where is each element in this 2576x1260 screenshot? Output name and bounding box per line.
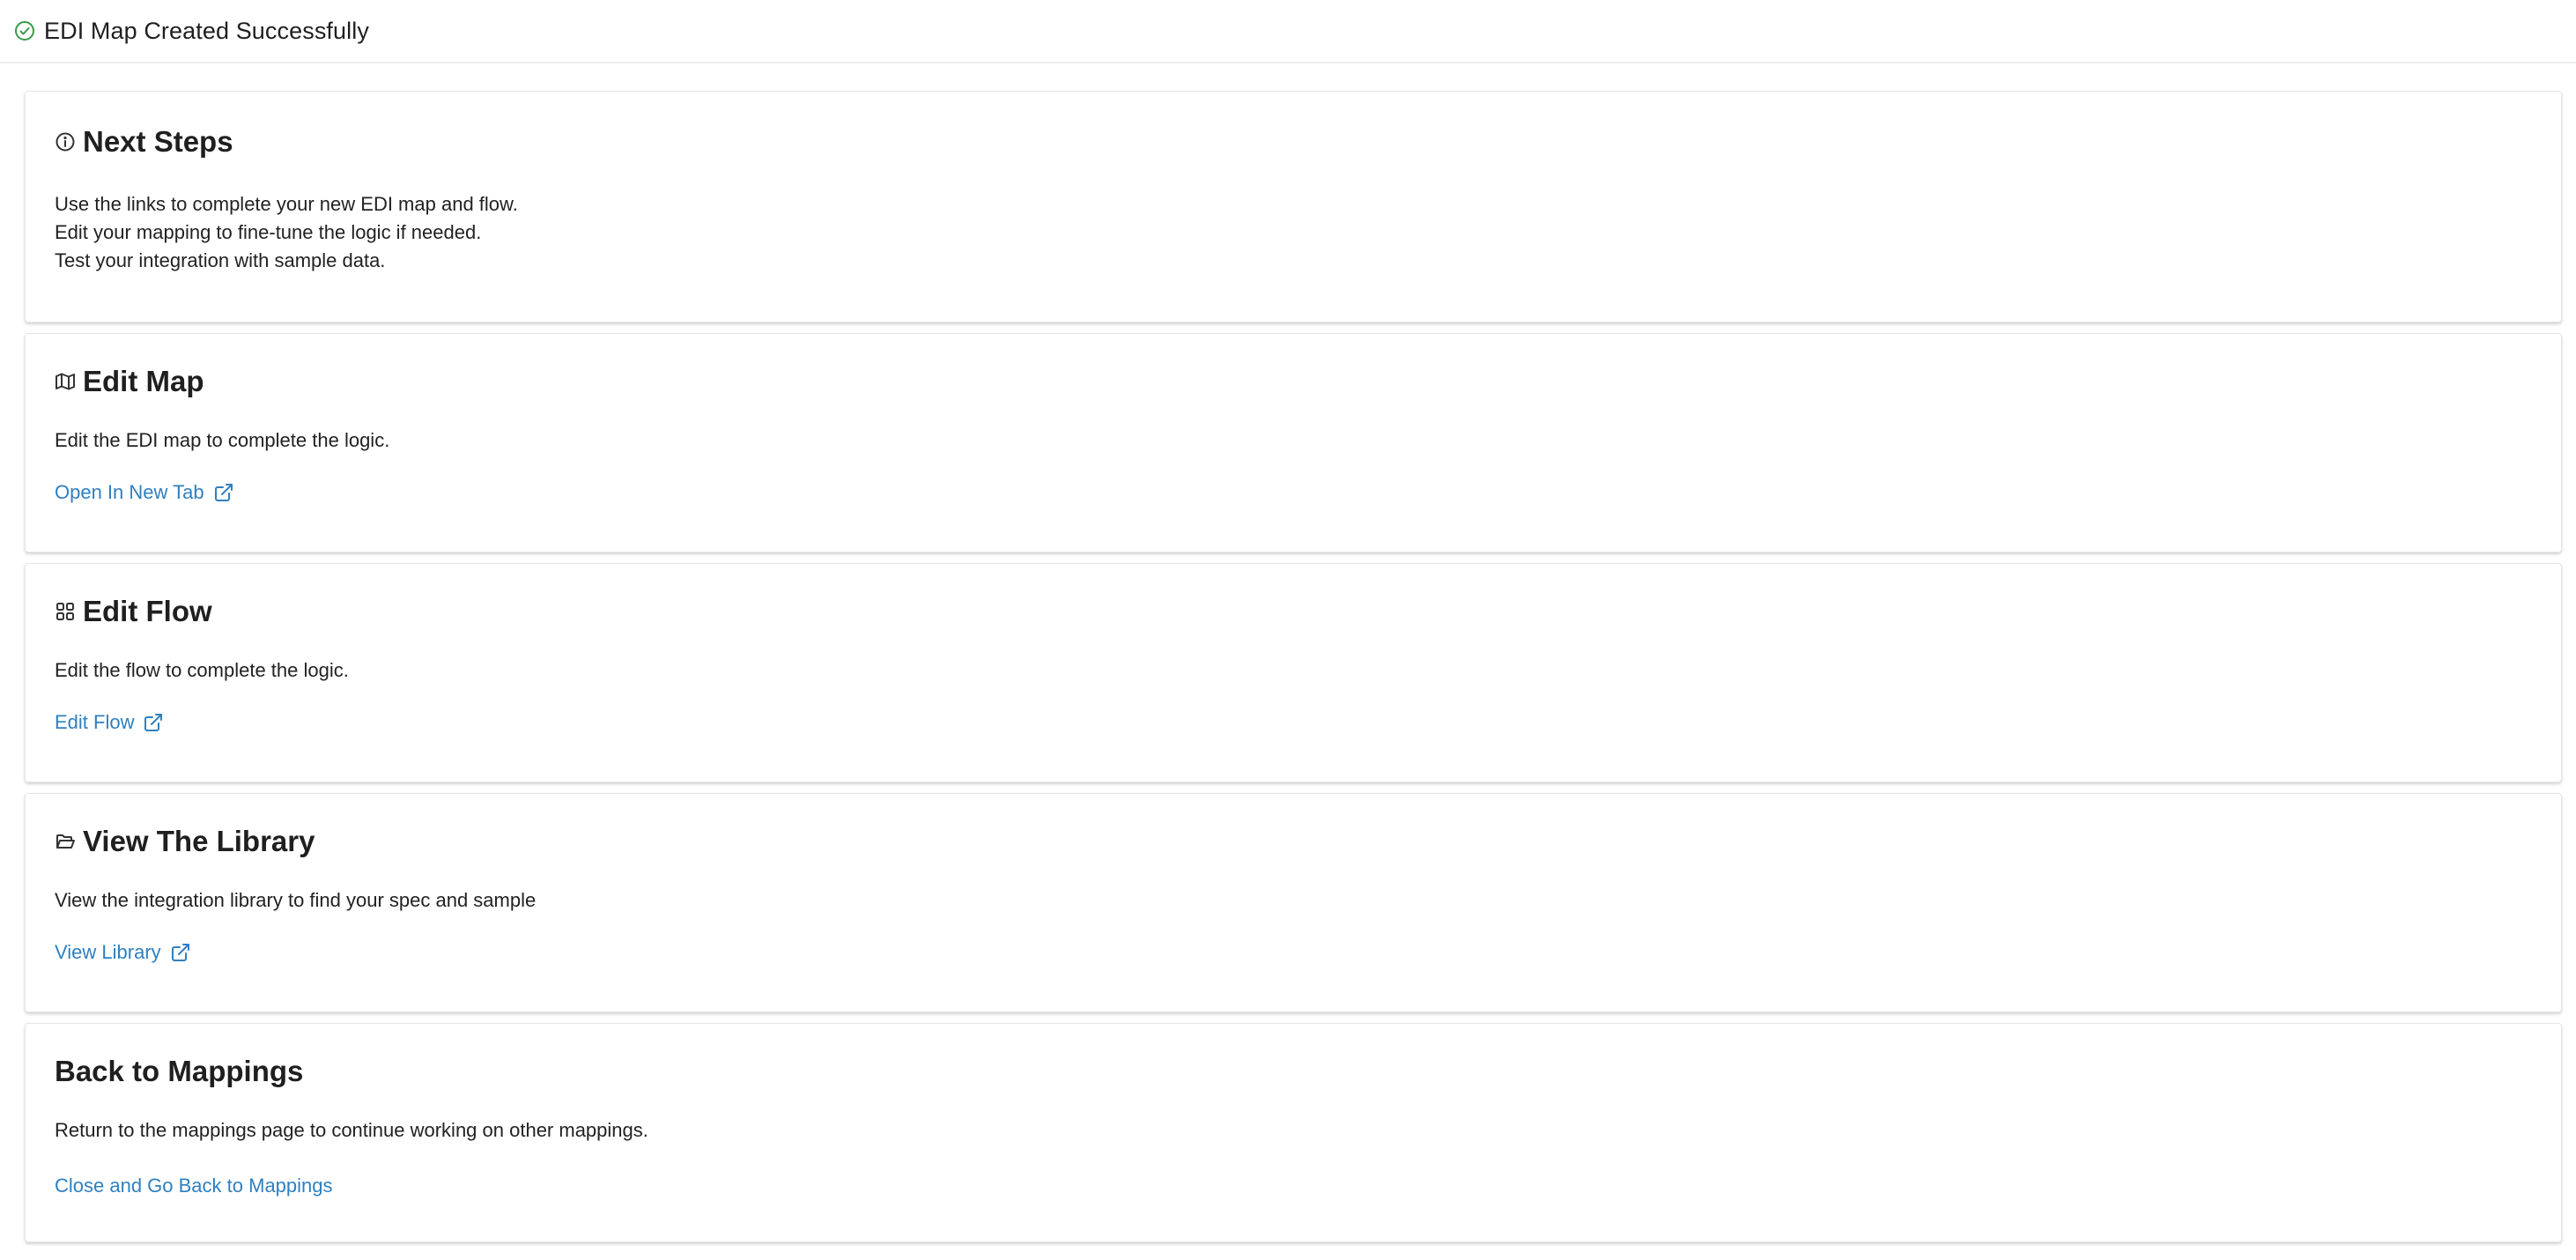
open-in-new-tab-label: Open In New Tab (55, 481, 204, 503)
check-circle-icon (14, 20, 35, 41)
view-library-link[interactable]: View Library (55, 941, 191, 964)
folder-open-icon (55, 831, 76, 852)
edit-flow-link-label: Edit Flow (55, 711, 135, 733)
next-steps-card: Next Steps Use the links to complete you… (25, 91, 2562, 322)
edit-flow-heading: Edit Flow (55, 595, 212, 628)
external-link-icon (170, 942, 191, 963)
back-to-mappings-card: Back to Mappings Return to the mappings … (25, 1023, 2562, 1242)
edit-flow-card: Edit Flow Edit the flow to complete the … (25, 563, 2562, 782)
edit-map-card: Edit Map Edit the EDI map to complete th… (25, 333, 2562, 552)
edit-flow-description: Edit the flow to complete the logic. (55, 659, 349, 681)
edit-flow-link[interactable]: Edit Flow (55, 711, 164, 734)
library-description: View the integration library to find you… (55, 889, 537, 911)
next-steps-line: Use the links to complete your new EDI m… (55, 193, 518, 215)
page-title: EDI Map Created Successfully (44, 17, 369, 44)
edit-map-heading: Edit Map (55, 365, 204, 398)
library-title: View The Library (83, 825, 315, 857)
next-steps-line: Edit your mapping to fine-tune the logic… (55, 221, 482, 243)
page-header: EDI Map Created Successfully (0, 0, 2576, 63)
next-steps-heading: Next Steps (55, 125, 233, 159)
back-to-mappings-heading: Back to Mappings (55, 1055, 304, 1087)
edit-map-description: Edit the EDI map to complete the logic. (55, 429, 390, 451)
library-heading: View The Library (55, 825, 315, 858)
edit-flow-title: Edit Flow (83, 595, 212, 627)
close-and-go-back-link[interactable]: Close and Go Back to Mappings (55, 1175, 333, 1197)
next-steps-list: Use the links to complete your new EDI m… (55, 190, 518, 275)
next-steps-line: Test your integration with sample data. (55, 249, 386, 271)
map-icon (55, 371, 76, 392)
edit-map-title: Edit Map (83, 365, 204, 397)
next-steps-title: Next Steps (83, 125, 233, 158)
library-card: View The Library View the integration li… (25, 793, 2562, 1012)
grid-icon (55, 601, 76, 622)
external-link-icon (143, 712, 164, 733)
open-in-new-tab-link[interactable]: Open In New Tab (55, 481, 234, 504)
back-to-mappings-description: Return to the mappings page to continue … (55, 1119, 648, 1141)
external-link-icon (213, 482, 234, 503)
view-library-label: View Library (55, 941, 161, 963)
info-icon (55, 131, 76, 152)
